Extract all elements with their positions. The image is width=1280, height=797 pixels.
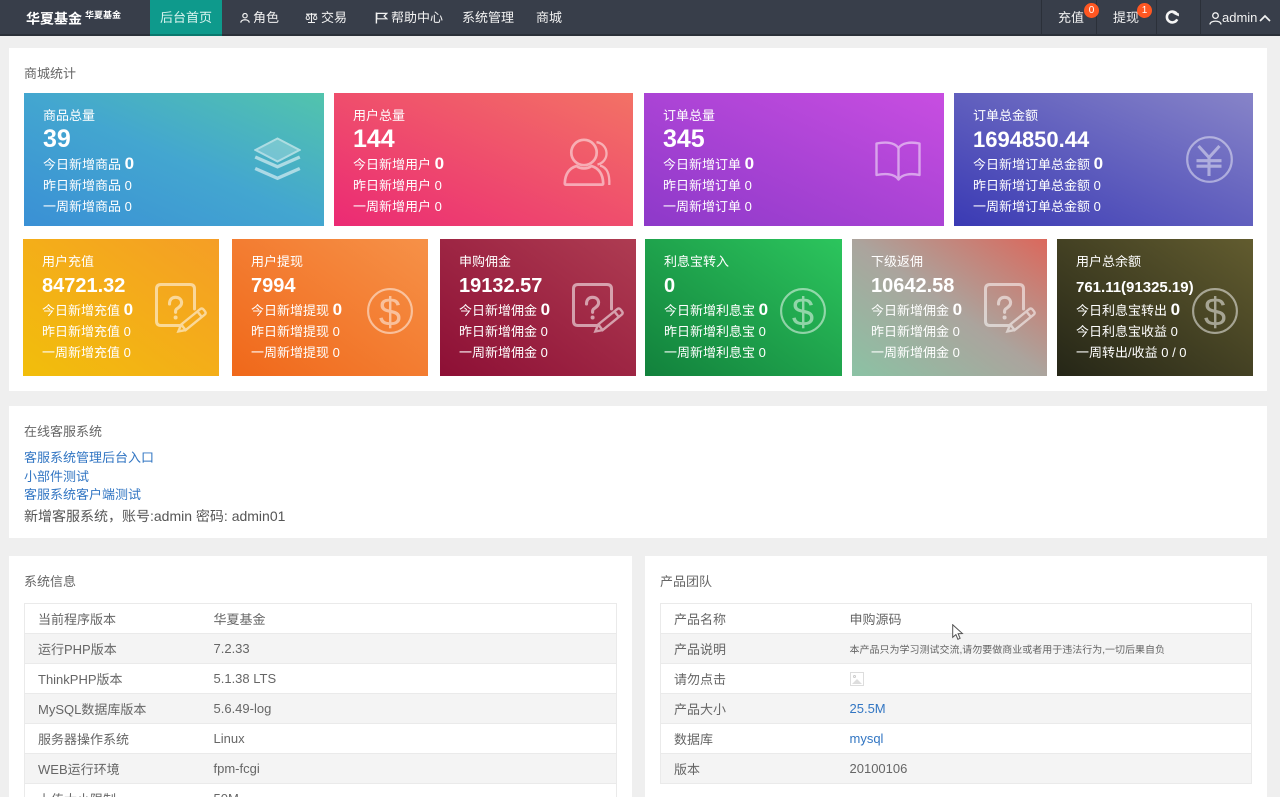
svg-text:$: $ [792,291,814,335]
svg-text:$: $ [379,291,401,335]
svg-text:$: $ [1204,291,1226,335]
